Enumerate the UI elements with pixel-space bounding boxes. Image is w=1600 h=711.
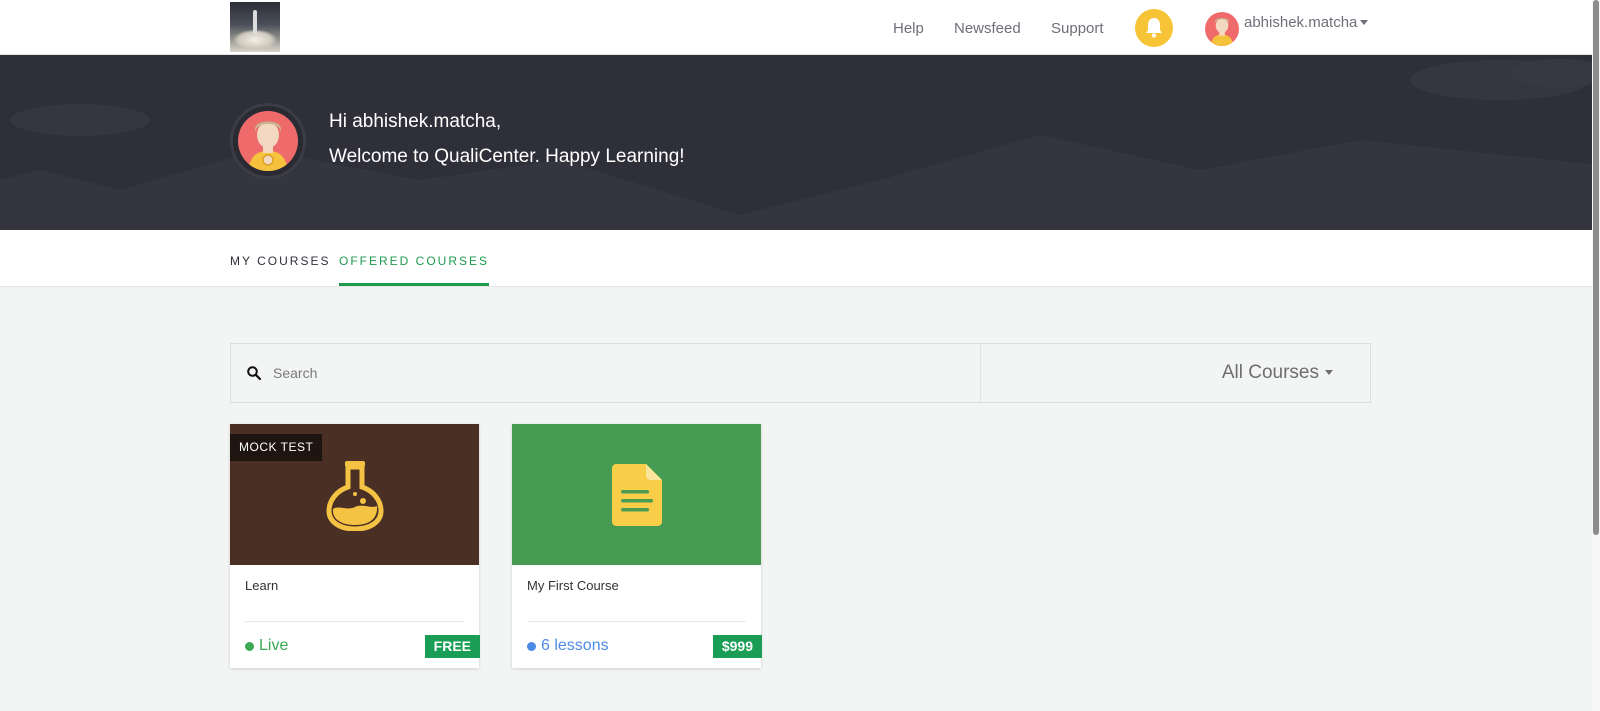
- flask-icon: [325, 460, 384, 531]
- tab-my-courses[interactable]: MY COURSES: [230, 254, 330, 283]
- course-thumbnail: [512, 424, 761, 565]
- course-filter-dropdown[interactable]: All Courses: [1222, 362, 1333, 384]
- status-dot-icon: [527, 641, 536, 651]
- user-menu[interactable]: abhishek.matcha: [1205, 8, 1369, 46]
- bell-icon: [1146, 18, 1162, 38]
- status-dot-icon: [245, 641, 254, 651]
- course-status: Live: [245, 637, 288, 655]
- site-logo[interactable]: [230, 2, 280, 52]
- price-badge: $999: [712, 635, 762, 658]
- username-label: abhishek.matcha: [1244, 14, 1369, 31]
- nav-link-newsfeed[interactable]: Newsfeed: [954, 20, 1021, 37]
- course-status-label: Live: [259, 637, 289, 654]
- course-search-bar: All Courses: [230, 343, 1371, 403]
- scrollbar-thumb[interactable]: [1593, 0, 1599, 535]
- course-type-badge: MOCK TEST: [230, 434, 323, 461]
- notifications-button[interactable]: [1135, 9, 1173, 47]
- welcome-message: Welcome to QualiCenter. Happy Learning!: [329, 146, 685, 167]
- profile-avatar: [230, 103, 306, 179]
- search-input[interactable]: [273, 358, 963, 388]
- course-title: Learn: [245, 578, 279, 593]
- tab-offered-courses[interactable]: OFFERED COURSES: [339, 254, 490, 286]
- search-icon: [247, 366, 261, 380]
- course-lessons-label: 6 lessons: [541, 637, 609, 654]
- top-navbar: Help Newsfeed Support abhishek.matcha: [0, 0, 1600, 55]
- divider: [527, 621, 746, 622]
- course-tabs: MY COURSES OFFERED COURSES: [0, 230, 1600, 287]
- welcome-banner: Hi abhishek.matcha, Welcome to QualiCent…: [0, 55, 1600, 230]
- course-card[interactable]: MOCK TEST Learn Live FREE: [230, 424, 480, 668]
- search-box: [231, 344, 981, 402]
- document-icon: [611, 463, 662, 526]
- course-status: 6 lessons: [527, 637, 609, 655]
- course-card[interactable]: My First Course 6 lessons $999: [512, 424, 762, 668]
- nav-link-support[interactable]: Support: [1051, 20, 1104, 37]
- chevron-down-icon: [1325, 370, 1333, 376]
- course-title: My First Course: [527, 578, 619, 593]
- avatar: [1205, 11, 1239, 46]
- divider: [245, 621, 464, 622]
- nav-link-help[interactable]: Help: [893, 20, 924, 37]
- chevron-down-icon: [1360, 20, 1369, 26]
- price-badge: FREE: [424, 635, 480, 658]
- greeting-text: Hi abhishek.matcha,: [329, 111, 502, 132]
